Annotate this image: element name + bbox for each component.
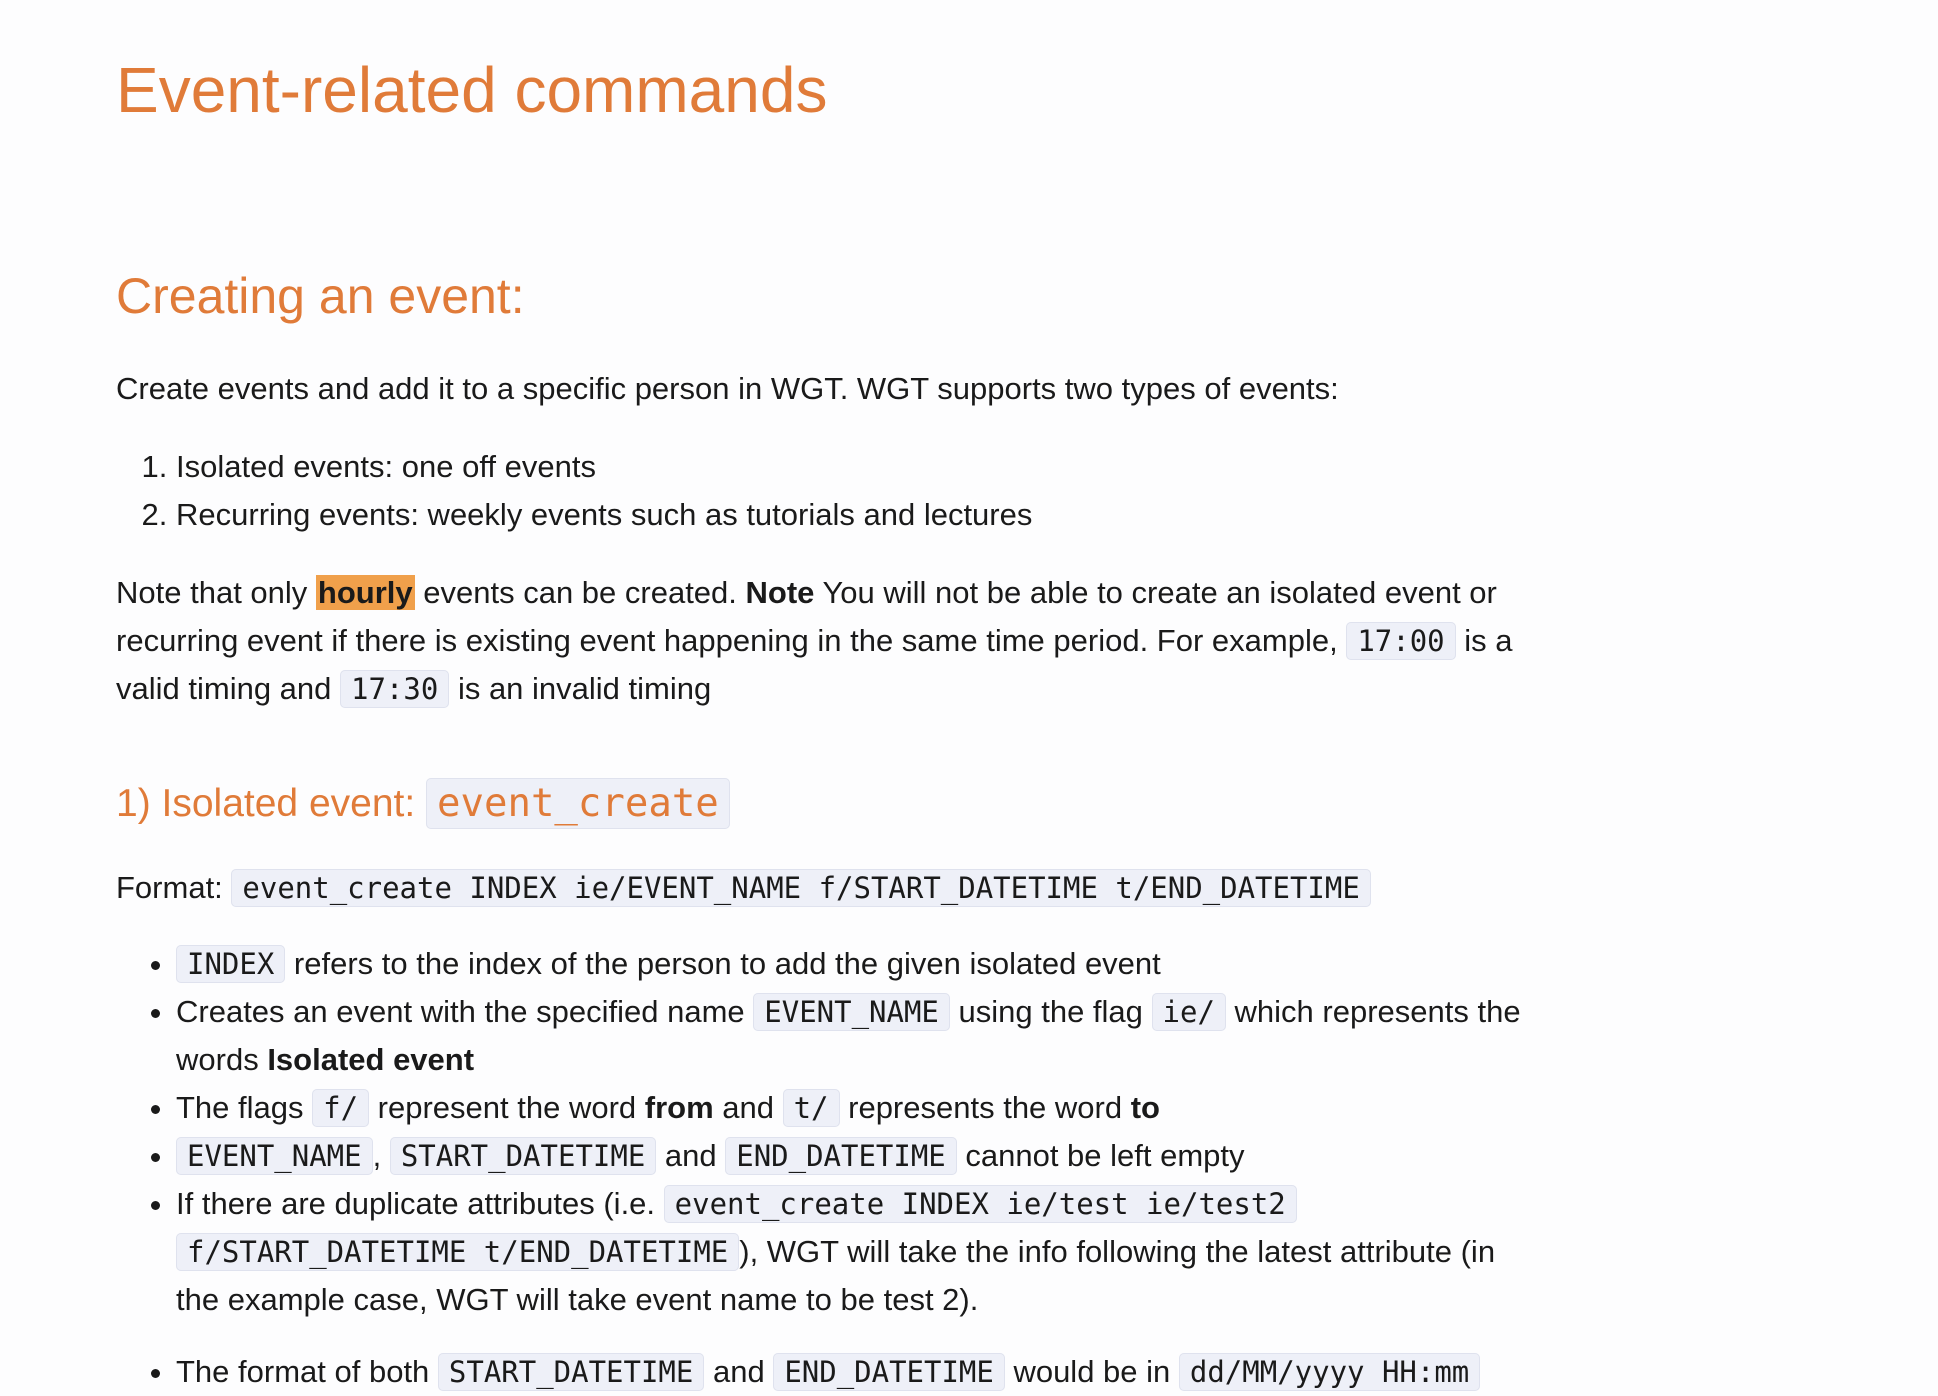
rule-text: which represents the bbox=[1225, 994, 1521, 1029]
intro-paragraph: Create events and add it to a specific p… bbox=[116, 371, 1339, 406]
start-datetime-code: START_DATETIME bbox=[437, 1353, 705, 1391]
to-flag-code: t/ bbox=[782, 1089, 840, 1127]
rule-text: If there are duplicate attributes (i.e. bbox=[176, 1186, 664, 1221]
rule-text: ), WGT will take the info following the … bbox=[739, 1234, 1496, 1269]
note-text: events can be created. bbox=[414, 575, 746, 610]
note-text: is a bbox=[1455, 623, 1513, 658]
section-heading: Creating an event: bbox=[116, 268, 525, 324]
index-code: INDEX bbox=[176, 945, 286, 983]
event-name-code: EVENT_NAME bbox=[753, 993, 950, 1031]
rule-bold: Isolated event bbox=[267, 1042, 475, 1077]
list-item: INDEX refers to the index of the person … bbox=[176, 940, 1676, 988]
list-item: EVENT_NAME, START_DATETIME and END_DATET… bbox=[176, 1132, 1676, 1180]
rule-text: the example case, WGT will take event na… bbox=[176, 1282, 979, 1317]
event-types-list: Isolated events: one off events Recurrin… bbox=[116, 443, 1032, 539]
from-flag-code: f/ bbox=[312, 1089, 370, 1127]
rule-bold: from bbox=[644, 1090, 714, 1125]
rule-text: and bbox=[704, 1354, 774, 1389]
list-item: If there are duplicate attributes (i.e. … bbox=[176, 1180, 1676, 1324]
note-paragraph: Note that only hourly events can be crea… bbox=[116, 569, 1512, 713]
list-item: Creates an event with the specified name… bbox=[176, 988, 1676, 1084]
note-text: is an invalid timing bbox=[449, 671, 712, 706]
start-datetime-code: START_DATETIME bbox=[389, 1137, 657, 1175]
rule-text: words bbox=[176, 1042, 268, 1077]
end-datetime-code: END_DATETIME bbox=[725, 1137, 957, 1175]
event-name-code: EVENT_NAME bbox=[176, 1137, 373, 1175]
note-text: You will not be able to create an isolat… bbox=[814, 575, 1497, 610]
page: Event-related commands Creating an event… bbox=[0, 0, 1938, 1391]
list-item: The flags f/ represent the word from and… bbox=[176, 1084, 1676, 1132]
rule-text: using the flag bbox=[949, 994, 1152, 1029]
rule-text: Creates an event with the specified name bbox=[176, 994, 754, 1029]
note-text: recurring event if there is existing eve… bbox=[116, 623, 1347, 658]
rules-list: INDEX refers to the index of the person … bbox=[116, 940, 1676, 1396]
ie-flag-code: ie/ bbox=[1151, 993, 1226, 1031]
rule-text: and bbox=[656, 1138, 726, 1173]
command-code: event_create bbox=[426, 778, 730, 829]
rule-text: cannot be left empty bbox=[956, 1138, 1245, 1173]
list-item: The format of both START_DATETIME and EN… bbox=[176, 1348, 1676, 1396]
subsection-heading: 1) Isolated event: event_create bbox=[116, 776, 730, 832]
rule-bold: to bbox=[1130, 1090, 1160, 1125]
rule-text: represents the word bbox=[839, 1090, 1131, 1125]
example-code: f/START_DATETIME t/END_DATETIME bbox=[176, 1233, 740, 1271]
rule-text: The flags bbox=[176, 1090, 313, 1125]
page-title: Event-related commands bbox=[116, 54, 828, 126]
format-line: Format: event_create INDEX ie/EVENT_NAME… bbox=[116, 864, 1371, 912]
note-text: valid timing and bbox=[116, 671, 341, 706]
valid-time-code: 17:00 bbox=[1346, 622, 1456, 660]
rule-text: , bbox=[372, 1138, 390, 1173]
date-format-code: dd/MM/yyyy HH:mm bbox=[1178, 1353, 1481, 1391]
highlighted-word: hourly bbox=[315, 575, 415, 610]
rule-text: would be in bbox=[1004, 1354, 1179, 1389]
note-bold: Note bbox=[745, 575, 815, 610]
format-label: Format: bbox=[116, 870, 232, 905]
rule-text: represent the word bbox=[369, 1090, 645, 1125]
list-item: Recurring events: weekly events such as … bbox=[176, 491, 1032, 539]
rule-text: and bbox=[713, 1090, 783, 1125]
format-code: event_create INDEX ie/EVENT_NAME f/START… bbox=[231, 869, 1371, 907]
rule-text: refers to the index of the person to add… bbox=[285, 946, 1161, 981]
example-code: event_create INDEX ie/test ie/test2 bbox=[663, 1185, 1297, 1223]
invalid-time-code: 17:30 bbox=[340, 670, 450, 708]
subsection-heading-text: 1) Isolated event: bbox=[116, 782, 427, 825]
note-text: Note that only bbox=[116, 575, 316, 610]
rule-text: The format of both bbox=[176, 1354, 438, 1389]
end-datetime-code: END_DATETIME bbox=[773, 1353, 1005, 1391]
list-item: Isolated events: one off events bbox=[176, 443, 1032, 491]
